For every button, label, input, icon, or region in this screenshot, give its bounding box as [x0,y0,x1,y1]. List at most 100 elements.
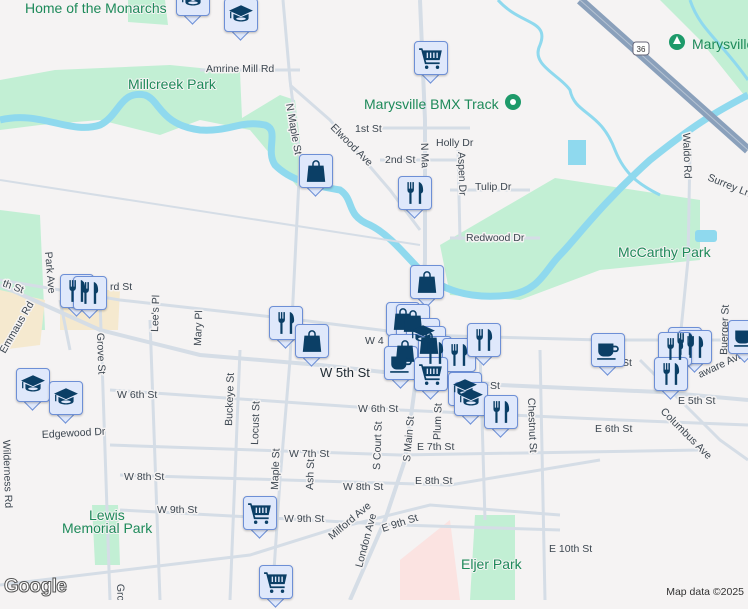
restaurant-marker[interactable] [654,357,688,401]
marker-box [414,41,448,75]
svg-text:Ash St: Ash St [304,459,317,490]
svg-text:W 4: W 4 [365,335,384,347]
svg-text:E 6th St: E 6th St [595,423,632,435]
poi-label-bmx-track[interactable]: Marysville BMX Track [364,96,500,112]
shopping-marker[interactable] [299,154,333,198]
restaurant-icon [662,336,688,362]
marker-box [591,333,625,367]
shopping-icon [299,328,325,354]
school-icon [228,2,254,28]
svg-text:W 6th St: W 6th St [117,389,157,401]
svg-text:Columbus Ave: Columbus Ave [658,406,714,462]
marker-box [728,320,748,354]
svg-text:E 7th St: E 7th St [417,441,454,453]
marker-box [243,496,277,530]
restaurant-icon [658,361,684,387]
map-canvas[interactable]: 36 Home of the Monarchs Millcreek Park M… [0,0,748,600]
svg-text:Amrine Mill Rd: Amrine Mill Rd [206,63,274,75]
school-marker[interactable] [454,382,488,426]
svg-text:Grove St: Grove St [94,333,107,375]
restaurant-marker[interactable] [398,176,432,220]
svg-text:E 8th St: E 8th St [415,475,452,487]
restaurant-icon [471,327,497,353]
restaurant-icon [273,310,299,336]
park-label-home-of-the-monarchs[interactable]: Home of the Monarchs [25,0,167,16]
marker-box [398,176,432,210]
bmx-track-pin-icon[interactable] [505,94,521,110]
restaurant-marker[interactable] [73,276,107,320]
map-attribution[interactable]: Map data ©2025 [662,584,748,600]
restaurant-icon [402,180,428,206]
marker-box [269,306,303,340]
cafe-icon [595,337,621,363]
svg-text:Aspen Dr: Aspen Dr [455,152,469,197]
svg-text:St: St [490,380,500,392]
school-icon [53,385,79,411]
grocery-marker[interactable] [243,496,277,540]
shopping-marker[interactable] [295,324,329,368]
school-icon [180,0,206,12]
svg-text:W 8th St: W 8th St [343,481,383,493]
svg-text:Lee's Pl: Lee's Pl [149,295,162,332]
poi-label-marysville[interactable]: Marysville [692,36,748,52]
svg-text:E 10th St: E 10th St [549,543,592,555]
svg-text:2nd St: 2nd St [385,154,415,166]
tree-pin-icon[interactable] [669,34,685,50]
svg-text:W 9th St: W 9th St [157,504,197,516]
cafe-icon [732,324,748,350]
park-label-millcreek[interactable]: Millcreek Park [128,76,217,92]
highway-shield: 36 [637,45,646,54]
google-logo: Google [4,576,66,598]
grocery-icon [247,500,273,526]
marker-box [295,324,329,358]
grocery-marker[interactable] [259,565,293,609]
restaurant-marker[interactable] [484,395,518,439]
svg-text:Wilderness Rd: Wilderness Rd [0,440,14,509]
marker-box [454,382,488,416]
cafe-icon [388,350,414,376]
grocery-marker[interactable] [414,357,448,401]
school-marker[interactable] [176,0,210,26]
school-icon [458,386,484,412]
marker-box [224,0,258,32]
svg-text:W 8th St: W 8th St [124,471,164,483]
svg-text:Holly Dr: Holly Dr [436,137,474,149]
svg-text:Locust St: Locust St [249,401,263,445]
park-label-eljer[interactable]: Eljer Park [461,556,523,572]
school-marker[interactable] [49,381,83,425]
restaurant-icon [488,399,514,425]
svg-text:Mary Pl: Mary Pl [192,310,205,346]
park-label-lewis-memorial[interactable]: Memorial Park [62,520,153,536]
svg-text:Waldo Rd: Waldo Rd [680,133,694,179]
cafe-marker[interactable] [728,320,748,364]
shopping-icon [303,158,329,184]
marker-box [73,276,107,310]
marker-box [299,154,333,188]
school-marker[interactable] [16,368,50,412]
park-label-mccarthy[interactable]: McCarthy Park [618,244,712,260]
svg-text:W 9th St: W 9th St [284,513,324,525]
cafe-marker[interactable] [384,346,418,390]
school-marker[interactable] [224,0,258,42]
cafe-marker[interactable] [591,333,625,377]
svg-text:1st St: 1st St [355,123,382,135]
marker-box [16,368,50,402]
marker-box [467,323,501,357]
marker-box [49,381,83,415]
svg-text:Redwood Dr: Redwood Dr [466,232,525,244]
marker-box [654,357,688,391]
svg-text:S Court St: S Court St [371,421,385,470]
marker-box [259,565,293,599]
svg-text:Edgewood Dr: Edgewood Dr [42,426,107,441]
marker-box [410,265,444,299]
svg-text:Tulip Dr: Tulip Dr [475,181,512,193]
svg-text:Buckeye St: Buckeye St [223,373,237,427]
restaurant-icon [77,280,103,306]
school-icon [20,372,46,398]
restaurant-marker[interactable] [467,323,501,367]
marker-box [384,346,418,380]
svg-text:Maple St: Maple St [269,448,282,490]
svg-text:N Ma: N Ma [418,143,431,169]
grocery-marker[interactable] [414,41,448,85]
svg-text:W 7th St: W 7th St [289,448,329,460]
